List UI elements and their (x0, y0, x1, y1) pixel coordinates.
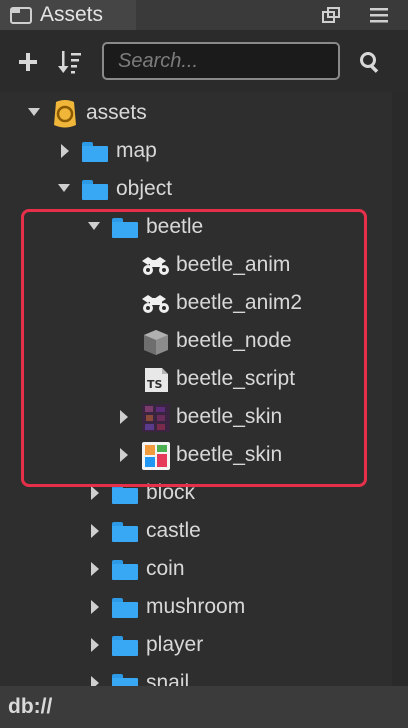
typescript-file-icon: TS (142, 366, 170, 394)
svg-text:TS: TS (147, 378, 163, 391)
popout-icon (322, 7, 340, 23)
tree-item-label: beetle_anim (176, 253, 291, 276)
collapse-arrow-icon[interactable] (91, 486, 99, 500)
status-bar: db:// (0, 686, 408, 728)
tree-item-castle[interactable]: castle (0, 513, 392, 551)
tree-item-map[interactable]: map (0, 133, 392, 171)
search-box (102, 42, 340, 80)
collapse-arrow-icon[interactable] (91, 562, 99, 576)
collapse-arrow-icon[interactable] (91, 600, 99, 614)
folder-icon (82, 180, 108, 200)
tree-item-beetle-skin[interactable]: beetle_skin (0, 437, 392, 475)
folder-icon (112, 522, 138, 542)
folder-icon (112, 598, 138, 618)
tree-item-coin[interactable]: coin (0, 551, 392, 589)
tree-item-label: beetle_anim2 (176, 291, 303, 314)
sort-icon (58, 51, 81, 74)
tree-item-label: coin (146, 557, 185, 580)
panel-title: Assets (40, 3, 104, 26)
plus-icon (19, 53, 37, 71)
panel-icon (10, 6, 32, 24)
tree-item-assets[interactable]: assets (0, 95, 392, 133)
texture-icon (142, 442, 170, 470)
tree-item-beetle-node[interactable]: beetle_node (0, 323, 392, 361)
tree-item-label: assets (86, 101, 147, 124)
tree-item-snail[interactable]: snail (0, 665, 392, 686)
assets-toolbar (0, 36, 408, 90)
tree-item-object[interactable]: object (0, 171, 392, 209)
collapse-arrow-icon[interactable] (120, 410, 128, 424)
tree-item-beetle-skin[interactable]: beetle_skin (0, 399, 392, 437)
tree-item-label: beetle_skin (176, 405, 283, 428)
tree-item-player[interactable]: player (0, 627, 392, 665)
sort-button[interactable] (52, 42, 88, 82)
animation-clip-icon (140, 292, 169, 316)
tree-item-block[interactable]: block (0, 475, 392, 513)
panel-titlebar: Assets (0, 0, 408, 30)
folder-icon (112, 636, 138, 656)
expand-arrow-icon[interactable] (28, 108, 40, 116)
animation-clip-icon (140, 254, 169, 278)
search-input[interactable] (104, 44, 338, 78)
tree-item-label: snail (146, 671, 190, 686)
tree-item-beetle-script[interactable]: TS beetle_script (0, 361, 392, 399)
folder-icon (112, 674, 138, 686)
tree-item-label: mushroom (146, 595, 246, 618)
tree-item-beetle-anim[interactable]: beetle_anim (0, 247, 392, 285)
database-icon (52, 99, 78, 129)
tree-item-label: player (146, 633, 204, 656)
tree-item-beetle-anim2[interactable]: beetle_anim2 (0, 285, 392, 323)
tree-item-label: object (116, 177, 173, 200)
tree-scrollbar[interactable] (392, 92, 408, 686)
status-path: db:// (8, 695, 53, 718)
prefab-icon (142, 328, 170, 356)
tree-item-label: map (116, 139, 157, 162)
folder-icon (112, 484, 138, 504)
menu-button[interactable] (366, 3, 392, 27)
folder-icon (112, 218, 138, 238)
search-button[interactable] (352, 42, 388, 82)
folder-icon (82, 142, 108, 162)
expand-arrow-icon[interactable] (88, 222, 100, 230)
tree-item-label: castle (146, 519, 201, 542)
tree-item-label: block (146, 481, 196, 504)
expand-arrow-icon[interactable] (58, 184, 70, 192)
collapse-arrow-icon[interactable] (120, 448, 128, 462)
tree-item-label: beetle_node (176, 329, 292, 352)
collapse-arrow-icon[interactable] (61, 144, 69, 158)
tree-item-mushroom[interactable]: mushroom (0, 589, 392, 627)
tree-item-label: beetle_script (176, 367, 296, 390)
sprite-sheet-icon (142, 404, 170, 432)
collapse-arrow-icon[interactable] (91, 638, 99, 652)
tree-item-beetle[interactable]: beetle (0, 209, 392, 247)
folder-icon (112, 560, 138, 580)
assets-tab[interactable]: Assets (0, 0, 136, 30)
search-icon (360, 52, 379, 73)
asset-tree: assets map object beetle beetle_anim bee… (0, 92, 408, 686)
collapse-arrow-icon[interactable] (91, 676, 99, 686)
tree-item-label: beetle_skin (176, 443, 283, 466)
tree-item-label: beetle (146, 215, 204, 238)
popout-button[interactable] (318, 3, 344, 27)
collapse-arrow-icon[interactable] (91, 524, 99, 538)
hamburger-icon (370, 8, 388, 23)
add-button[interactable] (10, 42, 46, 82)
